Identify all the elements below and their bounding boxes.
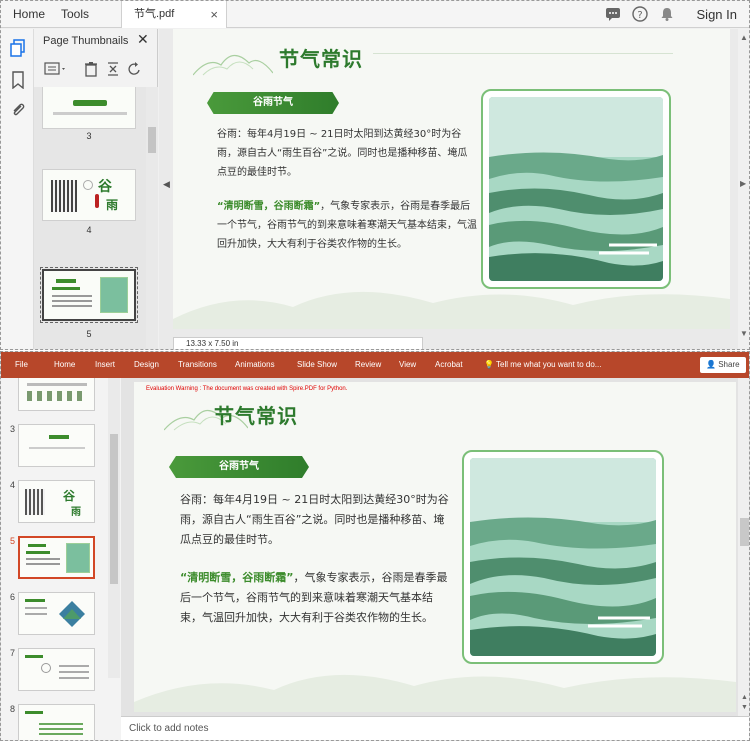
tell-me-search[interactable]: 💡 Tell me what you want to do... (484, 352, 601, 378)
current-slide[interactable]: Evaluation Warning : The document was cr… (134, 382, 736, 712)
ribbon-tab-transitions[interactable]: Transitions (178, 352, 217, 378)
slide-thumbnail-5[interactable] (18, 536, 95, 579)
ribbon-tab-file[interactable]: File (15, 352, 28, 378)
tools-tab[interactable]: Tools (49, 1, 101, 28)
rice-terraces-photo (489, 97, 663, 281)
previous-slide-icon[interactable]: ▲ (741, 694, 748, 701)
scroll-down-icon[interactable]: ▼ (740, 329, 748, 338)
page-thumbnails-panel: Page Thumbnails ✕ 3 谷 雨 4 5 (34, 29, 158, 349)
slide-title-ppt[interactable]: 节气常识 (214, 400, 298, 429)
slide-thumbnail-2[interactable] (18, 378, 95, 411)
notification-bell-icon[interactable] (659, 6, 675, 22)
ribbon-tab-acrobat[interactable]: Acrobat (435, 352, 463, 378)
ribbon-tab-view[interactable]: View (399, 352, 416, 378)
ribbon-tab-slide-show[interactable]: Slide Show (297, 352, 337, 378)
ribbon-tab-bar: File Home Insert Design Transitions Anim… (1, 352, 749, 378)
comment-icon[interactable] (605, 6, 621, 22)
bookmark-icon[interactable] (10, 71, 26, 90)
slide-thumbnail-panel[interactable]: 3 4 谷 雨 5 6 7 8 (1, 378, 121, 740)
slide-editing-canvas: Evaluation Warning : The document was cr… (121, 378, 749, 716)
rotate-page-icon[interactable] (128, 61, 142, 79)
page-number-5: 5 (86, 329, 92, 339)
paragraph-1-ppt[interactable]: 谷雨：每年4月19日 ~ 21日时太阳到达黄经30°时为谷雨，源自古人“雨生百谷… (180, 490, 452, 550)
close-tab-icon[interactable]: × (210, 1, 218, 28)
paragraph-2: “清明断雪，谷雨断霜”，气象专家表示，谷雨是春季最后一个节气，谷雨节气的到来意味… (217, 197, 477, 254)
paragraph-2-ppt[interactable]: “清明断雪，谷雨断霜”，气象专家表示，谷雨是春季最后一个节气，谷雨节气的到来意味… (180, 568, 452, 628)
sign-in-link[interactable]: Sign In (697, 1, 737, 28)
slide-number-4: 4 (10, 480, 16, 490)
slide-panel-scrollbar[interactable] (108, 378, 120, 678)
page-number-4: 4 (86, 225, 92, 235)
lightbulb-icon: 💡 (484, 360, 494, 369)
ribbon-tab-design[interactable]: Design (134, 352, 159, 378)
page-size-indicator: 13.33 x 7.50 in (173, 337, 423, 349)
slide-number-6: 6 (10, 592, 16, 602)
page-size-text: 13.33 x 7.50 in (186, 339, 239, 348)
share-label: Share (718, 360, 740, 369)
ribbon-tab-animations[interactable]: Animations (235, 352, 275, 378)
slide-number-8: 8 (10, 704, 16, 714)
next-slide-icon[interactable]: ▼ (741, 704, 748, 711)
slide-thumbnail-4[interactable]: 谷 雨 (18, 480, 95, 523)
person-icon: 👤 (706, 360, 716, 369)
scroll-up-icon[interactable]: ▲ (740, 33, 748, 42)
page-thumbnails-icon[interactable] (10, 39, 26, 57)
powerpoint-window: File Home Insert Design Transitions Anim… (0, 351, 750, 741)
page-thumbnail-3[interactable] (42, 87, 136, 129)
slide-title: 节气常识 (279, 47, 363, 71)
section-label-pill-ppt[interactable]: 谷雨节气 (169, 456, 309, 478)
notes-pane[interactable]: Click to add notes (121, 716, 749, 740)
slide-number-3: 3 (10, 424, 16, 434)
thumb-char-yu: 雨 (106, 198, 119, 212)
ribbon-tab-insert[interactable]: Insert (95, 352, 115, 378)
thumb-char-yu-ppt: 雨 (71, 507, 81, 518)
help-icon[interactable]: ? (632, 6, 648, 22)
page-thumbnail-4[interactable]: 谷 雨 (42, 169, 136, 221)
ribbon-tab-review[interactable]: Review (355, 352, 381, 378)
share-button[interactable]: 👤 Share (700, 357, 746, 373)
thumbnail-options-icon[interactable] (44, 61, 68, 79)
section-label-pill: 谷雨节气 (207, 92, 339, 114)
thumb-char-gu: 谷 (98, 179, 112, 195)
page-thumbnail-5[interactable] (40, 267, 138, 323)
notes-placeholder: Click to add notes (129, 723, 209, 734)
slide-number-7: 7 (10, 648, 16, 658)
tell-me-text: Tell me what you want to do... (496, 360, 602, 369)
collapse-left-icon[interactable]: ◀ (163, 179, 170, 190)
extract-page-icon[interactable] (106, 61, 120, 79)
paragraph-2-highlight: “清明断雪，谷雨断霜” (217, 201, 321, 212)
pdf-viewer-window: Home Tools 节气.pdf × ? Sign In Page Thumb… (0, 0, 750, 350)
pdf-document-canvas: ◀ 节气常识 谷雨节气 谷雨：每年4月19日 ~ 21日时太阳到达黄经30°时为… (159, 29, 749, 349)
pdf-left-toolbar (1, 29, 34, 349)
slide-thumbnail-6[interactable] (18, 592, 95, 635)
thumbnail-scrollbar[interactable] (146, 87, 158, 349)
slide-thumbnail-7[interactable] (18, 648, 95, 691)
slide-vertical-scrollbar[interactable]: ▲ ▼ (738, 378, 749, 716)
page-number-3: 3 (86, 131, 92, 141)
thumbnail-list[interactable]: 3 谷 雨 4 5 (34, 87, 158, 349)
rice-terraces-photo-ppt[interactable] (470, 458, 656, 656)
slide-thumbnail-3[interactable] (18, 424, 95, 467)
document-tab[interactable]: 节气.pdf × (121, 1, 227, 28)
pdf-page: 节气常识 谷雨节气 谷雨：每年4月19日 ~ 21日时太阳到达黄经30°时为谷雨… (173, 29, 730, 329)
delete-page-icon[interactable] (84, 61, 98, 79)
paragraph-2-highlight-ppt: “清明断雪，谷雨断霜” (180, 571, 294, 584)
pdf-top-bar: Home Tools 节气.pdf × ? Sign In (1, 1, 749, 28)
document-tab-label: 节气.pdf (134, 8, 175, 20)
expand-right-icon[interactable]: ▶ (740, 179, 746, 188)
slide-thumbnail-8[interactable] (18, 704, 95, 740)
slide-number-5: 5 (10, 536, 16, 546)
svg-text:?: ? (637, 10, 642, 21)
pdf-vertical-scrollbar[interactable]: ▲ ▶ ▼ (738, 29, 749, 349)
attachment-icon[interactable] (10, 101, 26, 119)
thumb-char-gu-ppt: 谷 (63, 489, 76, 503)
ribbon-tab-home[interactable]: Home (54, 352, 75, 378)
close-panel-icon[interactable]: ✕ (137, 31, 149, 48)
paragraph-1: 谷雨：每年4月19日 ~ 21日时太阳到达黄经30°时为谷雨，源自古人“雨生百谷… (217, 129, 468, 178)
thumbnails-panel-title: Page Thumbnails (43, 35, 129, 47)
evaluation-warning: Evaluation Warning : The document was cr… (146, 386, 348, 392)
